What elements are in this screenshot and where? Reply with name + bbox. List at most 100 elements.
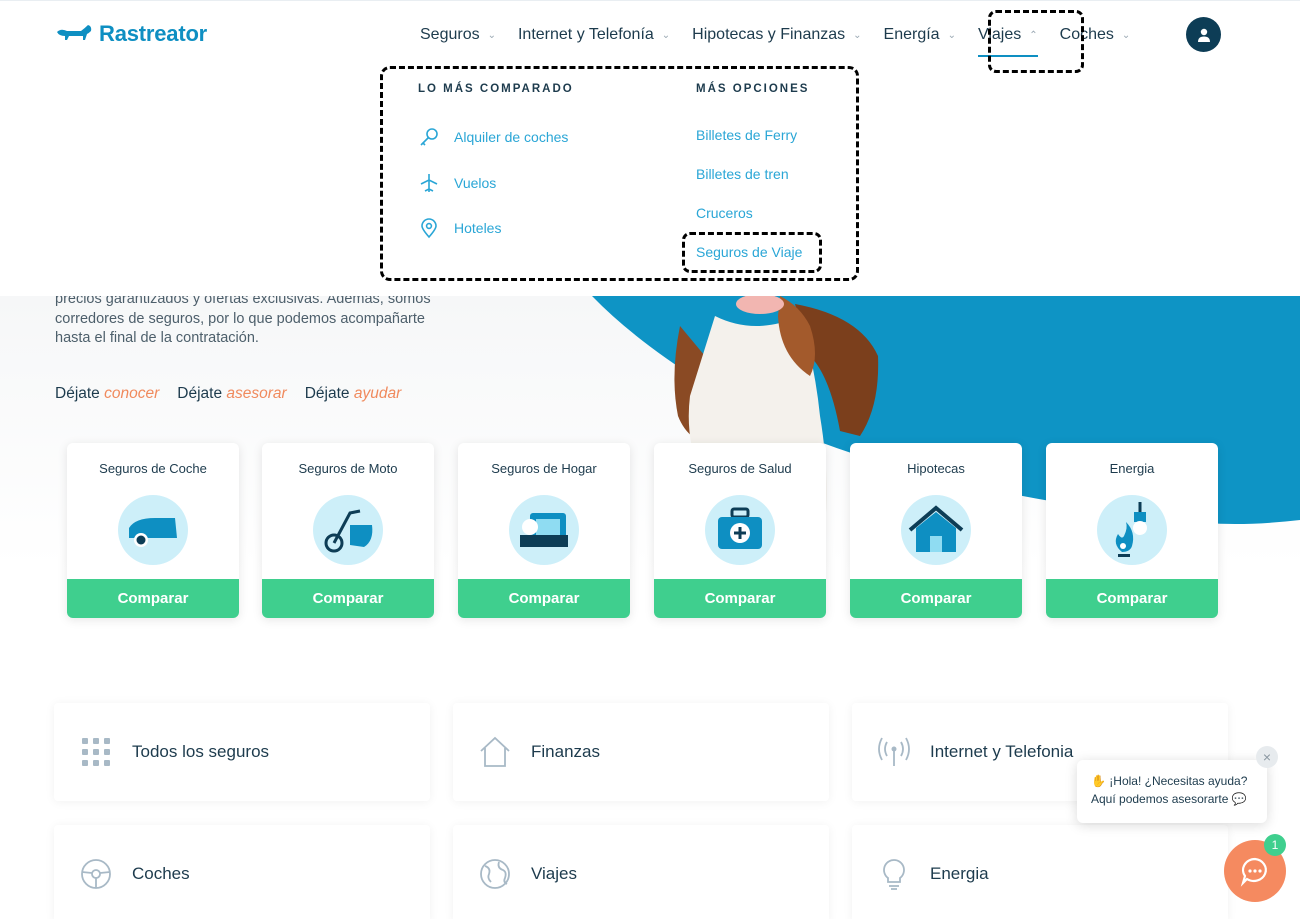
user-account-button[interactable] — [1186, 17, 1221, 52]
nav-energia[interactable]: Energía ⌄ — [884, 23, 956, 47]
chevron-down-icon: ⌄ — [487, 29, 496, 41]
product-card-title: Seguros de Moto — [298, 461, 398, 476]
antenna-icon — [878, 737, 910, 766]
nav-label: Seguros — [420, 26, 480, 43]
category-finanzas[interactable]: Finanzas — [453, 703, 829, 801]
product-card-hipotecas: Hipotecas Comparar — [850, 443, 1022, 618]
hero-taglines: Déjate conocer Déjate asesorar Déjate ay… — [55, 385, 401, 403]
brand-name: Rastreator — [99, 21, 208, 46]
dropdown-link-seguros-viaje[interactable]: Seguros de Viaje — [696, 244, 802, 260]
chat-greeting-bubble[interactable]: ✋ ¡Hola! ¿Necesitas ayuda? Aquí podemos … — [1077, 760, 1267, 823]
product-card-salud: Seguros de Salud Comparar — [654, 443, 826, 618]
dropdown-link-billetes-ferry[interactable]: Billetes de Ferry — [696, 127, 797, 143]
tagline-prefix: Déjate — [304, 385, 350, 402]
main-nav: Seguros ⌄ Internet y Telefonía ⌄ Hipotecas… — [420, 23, 1152, 57]
close-icon: × — [1262, 749, 1272, 765]
nav-seguros[interactable]: Seguros ⌄ — [420, 23, 496, 47]
dropdown-link-label: Vuelos — [454, 175, 497, 191]
hero-text-line: hasta el final de la contratación. — [55, 330, 259, 346]
nav-label: Hipotecas y Finanzas — [692, 26, 846, 43]
chevron-down-icon: ⌄ — [853, 29, 862, 41]
nav-hipotecas-finanzas[interactable]: Hipotecas y Finanzas ⌄ — [692, 23, 861, 47]
compare-button[interactable]: Comparar — [654, 579, 826, 618]
category-label: Viajes — [531, 864, 577, 883]
house-outline-icon — [480, 736, 510, 767]
house-icon — [901, 495, 971, 565]
plane-icon — [420, 174, 438, 192]
category-label: Internet y Telefonia — [930, 742, 1074, 761]
chat-line-2: Aquí podemos asesorarte 💬 — [1091, 790, 1253, 808]
speech-bubble-icon: 💬 — [1231, 792, 1247, 806]
dropdown-link-billetes-tren[interactable]: Billetes de tren — [696, 166, 789, 182]
category-viajes[interactable]: Viajes — [453, 825, 829, 919]
tagline-conocer: Déjate conocer — [55, 385, 159, 403]
key-icon — [420, 128, 438, 146]
steering-wheel-icon — [81, 859, 111, 889]
chat-icon — [1240, 857, 1267, 887]
nav-label: Energía — [883, 26, 940, 43]
dropdown-link-label: Billetes de tren — [696, 166, 789, 182]
dropdown-link-cruceros[interactable]: Cruceros — [696, 205, 753, 221]
product-card-title: Seguros de Hogar — [491, 461, 597, 476]
nav-label: Viajes — [977, 26, 1022, 43]
category-label: Todos los seguros — [132, 742, 270, 761]
product-card-title: Seguros de Coche — [99, 461, 207, 476]
compare-button[interactable]: Comparar — [850, 579, 1022, 618]
nav-internet-telefonia[interactable]: Internet y Telefonía ⌄ — [518, 23, 670, 47]
compare-button[interactable]: Comparar — [1046, 579, 1218, 618]
car-icon — [118, 495, 188, 565]
product-card-coche: Seguros de Coche Comparar — [67, 443, 239, 618]
hero-description: precios garantizados y ofertas exclusiva… — [55, 296, 465, 349]
tagline-ayudar: Déjate ayudar — [305, 385, 402, 403]
compare-button[interactable]: Comparar — [262, 579, 434, 618]
dropdown-link-hoteles[interactable]: Hoteles — [418, 217, 501, 239]
energy-icon — [1097, 495, 1167, 565]
chat-close-button[interactable]: × — [1256, 746, 1278, 768]
medical-kit-icon — [705, 495, 775, 565]
tagline-word: asesorar — [226, 385, 287, 402]
hero-text-line: precios garantizados y ofertas exclusiva… — [55, 296, 431, 307]
brand-logo[interactable]: Rastreator — [55, 21, 207, 47]
nav-label: Internet y Telefonía — [517, 26, 654, 43]
tagline-asesorar: Déjate asesorar — [177, 385, 286, 403]
product-card-title: Seguros de Salud — [688, 461, 792, 476]
nav-viajes[interactable]: Viajes ⌃ — [977, 23, 1038, 57]
category-todos-seguros[interactable]: Todos los seguros — [54, 703, 430, 801]
chat-line-1: ✋ ¡Hola! ¿Necesitas ayuda? — [1091, 772, 1253, 790]
location-pin-icon — [421, 218, 437, 239]
nav-coches[interactable]: Coches ⌄ — [1060, 23, 1131, 47]
tagline-prefix: Déjate — [55, 385, 100, 402]
tagline-word: conocer — [104, 385, 160, 402]
tagline-word: ayudar — [353, 385, 402, 402]
lightbulb-icon — [883, 859, 905, 890]
chevron-down-icon: ⌄ — [1121, 29, 1131, 41]
category-label: Energia — [930, 864, 989, 883]
chevron-up-icon: ⌃ — [1029, 29, 1038, 41]
chevron-down-icon: ⌄ — [947, 29, 956, 41]
chevron-down-icon: ⌄ — [661, 29, 671, 41]
viajes-dropdown-menu: LO MÁS COMPARADO MÁS OPCIONES Alquiler d… — [0, 68, 1300, 296]
chat-help-text: Aquí podemos asesorarte — [1091, 792, 1229, 806]
category-energia[interactable]: Energia — [852, 825, 1228, 919]
nav-label: Coches — [1059, 26, 1114, 43]
dropdown-section-title: MÁS OPCIONES — [696, 83, 810, 95]
waving-hand-icon: ✋ — [1091, 774, 1106, 788]
dropdown-section-title: LO MÁS COMPARADO — [418, 83, 574, 95]
category-label: Coches — [132, 864, 190, 883]
product-card-moto: Seguros de Moto Comparar — [262, 443, 434, 618]
top-header: Rastreator Seguros ⌄ Internet y Telefonía… — [0, 0, 1300, 68]
compare-button[interactable]: Comparar — [67, 579, 239, 618]
dropdown-link-label: Seguros de Viaje — [696, 244, 803, 260]
compare-button[interactable]: Comparar — [458, 579, 630, 618]
dropdown-link-alquiler-coches[interactable]: Alquiler de coches — [418, 126, 568, 148]
motorbike-icon — [313, 495, 383, 565]
product-card-energia: Energia Comparar — [1046, 443, 1218, 618]
dropdown-link-vuelos[interactable]: Vuelos — [418, 172, 496, 194]
chat-greeting-text: ¡Hola! ¿Necesitas ayuda? — [1109, 774, 1248, 788]
dropdown-link-label: Alquiler de coches — [454, 129, 569, 145]
category-coches[interactable]: Coches — [54, 825, 430, 919]
dropdown-link-label: Cruceros — [696, 205, 753, 221]
dropdown-link-label: Billetes de Ferry — [696, 127, 798, 143]
product-card-title: Hipotecas — [907, 461, 965, 476]
globe-icon — [480, 859, 510, 889]
